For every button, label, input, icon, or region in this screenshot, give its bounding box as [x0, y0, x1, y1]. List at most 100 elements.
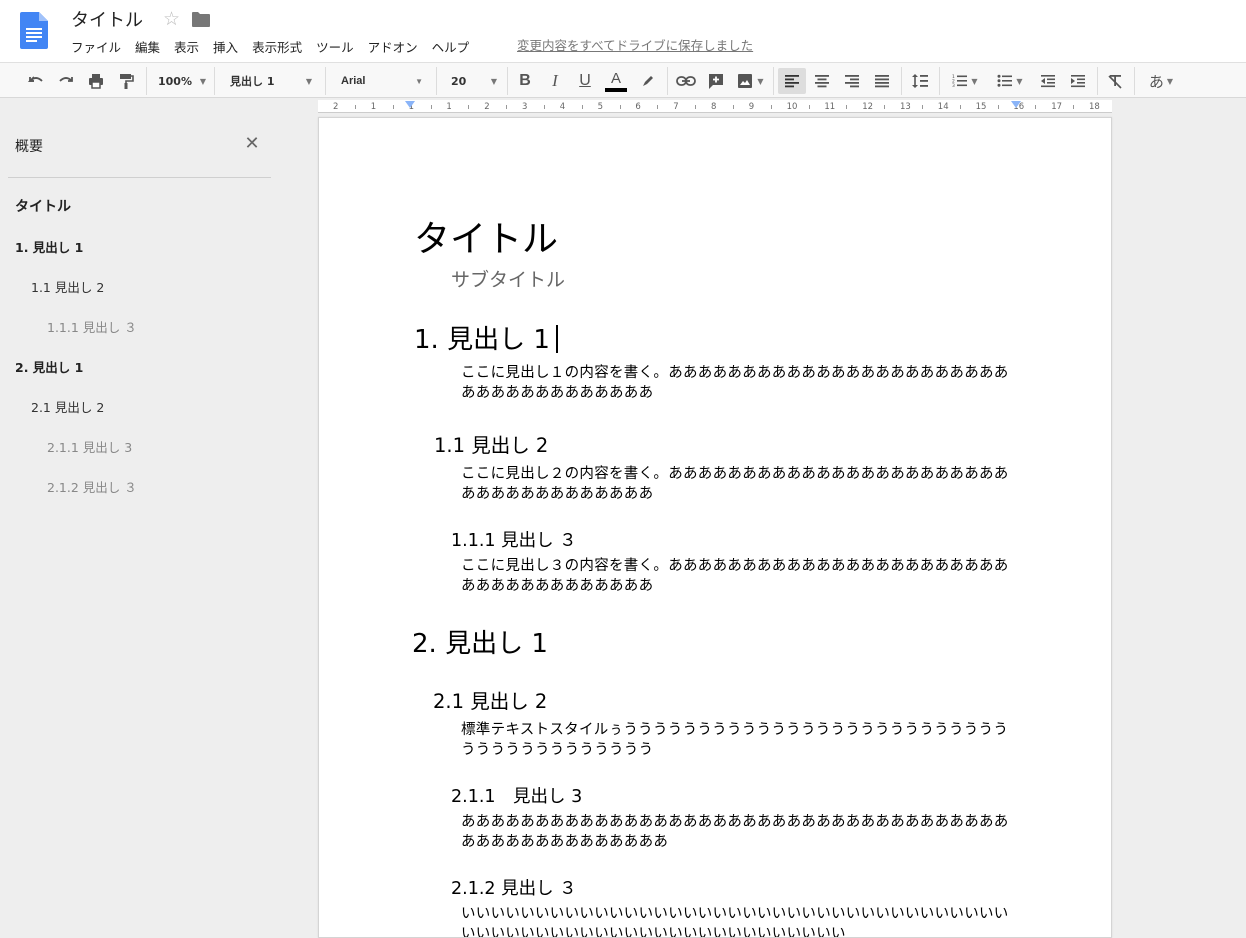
star-icon[interactable]: ☆ [163, 8, 180, 30]
docs-logo-icon[interactable] [20, 12, 48, 49]
ruler-tick [657, 105, 659, 109]
heading-1[interactable]: 2. 見出し 1 [412, 623, 548, 660]
add-comment-icon[interactable] [704, 68, 728, 94]
ruler-tick [1035, 105, 1037, 109]
heading-1[interactable]: 1. 見出し 1 [414, 319, 558, 356]
font-select[interactable]: Arial ▼ [341, 68, 423, 94]
underline-icon[interactable]: U [574, 68, 596, 94]
doc-subtitle[interactable]: サブタイトル [451, 265, 565, 292]
ruler-label: 5 [597, 102, 604, 112]
ruler-tick [506, 105, 508, 109]
paragraph[interactable]: ここに見出し３の内容を書く。ああああああああああああああああああああああああああ… [461, 556, 1021, 596]
outline-item[interactable]: 1.1.1 見出し ３ [47, 317, 137, 336]
paragraph[interactable]: ここに見出し２の内容を書く。ああああああああああああああああああああああああああ… [461, 464, 1021, 504]
outline-item[interactable]: タイトル [15, 196, 71, 216]
ruler-tick [770, 105, 772, 109]
ruler-label: 1 [446, 102, 452, 112]
menu-view[interactable]: 表示 [167, 37, 206, 55]
line-spacing-icon[interactable] [908, 68, 932, 94]
doc-title[interactable]: タイトル [414, 210, 558, 262]
ruler-tick [468, 105, 470, 109]
bulleted-list-icon[interactable]: ▼ [991, 68, 1029, 94]
outline-item[interactable]: 1. 見出し 1 [15, 237, 83, 256]
menu-file[interactable]: ファイル [64, 37, 128, 55]
ruler-label: 11 [824, 102, 836, 112]
menu-addons[interactable]: アドオン [361, 37, 425, 55]
ruler-tick [959, 105, 961, 109]
redo-icon[interactable] [54, 68, 78, 94]
italic-icon[interactable]: I [544, 68, 566, 94]
text-color-icon[interactable]: A [604, 68, 628, 94]
align-left-icon[interactable] [778, 68, 806, 94]
outline-item[interactable]: 1.1 見出し 2 [31, 277, 104, 296]
menu-tools[interactable]: ツール [309, 37, 361, 55]
ruler-label: 15 [975, 102, 987, 112]
ruler-tick [997, 105, 999, 109]
ruler-label: 8 [711, 102, 717, 112]
undo-icon[interactable] [24, 68, 48, 94]
heading-3[interactable]: 1.1.1 見出し ３ [451, 527, 577, 552]
highlight-icon[interactable] [637, 68, 659, 94]
input-tools-button[interactable]: あ ▼ [1141, 68, 1181, 94]
heading-2[interactable]: 2.1 見出し 2 [433, 685, 547, 714]
paragraph[interactable]: 標準テキストスタイルぅううううううううううううううううううううううううううううう… [461, 720, 1021, 760]
paint-format-icon[interactable] [114, 68, 138, 94]
font-size-select[interactable]: 20 ▼ [451, 68, 497, 94]
heading-3[interactable]: 2.1.1 見出し 3 [451, 783, 582, 808]
left-indent-marker[interactable] [405, 101, 415, 108]
paragraph[interactable]: ここに見出し１の内容を書く。ああああああああああああああああああああああああああ… [461, 363, 1021, 403]
google-docs-app: タイトル ☆ ファイル 編集 表示 挿入 表示形式 ツール アドオン ヘルプ 変… [0, 0, 1246, 938]
print-icon[interactable] [84, 68, 108, 94]
outline-title: 概要 [15, 139, 43, 155]
folder-icon[interactable] [192, 12, 210, 27]
document-page[interactable]: タイトル サブタイトル 1. 見出し 1 ここに見出し１の内容を書く。あああああ… [318, 117, 1112, 938]
ruler-label: 2 [484, 102, 490, 112]
save-status[interactable]: 変更内容をすべてドライブに保存しました [517, 35, 753, 54]
chevron-down-icon: ▼ [199, 77, 206, 86]
ruler-tick [354, 105, 356, 109]
font-size-value: 20 [451, 74, 467, 88]
paragraph-style-select[interactable]: 見出し 1 ▼ [230, 68, 312, 94]
align-center-icon[interactable] [810, 68, 834, 94]
close-icon[interactable]: ✕ [242, 134, 262, 154]
outline-item[interactable]: 2.1.2 見出し ３ [47, 477, 137, 496]
outline-item[interactable]: 2.1 見出し 2 [31, 397, 104, 416]
outline-item[interactable]: 2.1.1 見出し 3 [47, 437, 132, 456]
link-icon[interactable] [674, 68, 698, 94]
toolbar: 100% ▼ 見出し 1 ▼ Arial ▼ 20 ▼ B I U A ▼ 1 … [0, 62, 1246, 98]
bold-icon[interactable]: B [514, 68, 536, 94]
right-indent-marker[interactable] [1011, 101, 1021, 108]
ruler-label: 4 [559, 102, 566, 112]
insert-image-icon[interactable]: ▼ [732, 68, 768, 94]
paragraph[interactable]: いいいいいいいいいいいいいいいいいいいいいいいいいいいいいいいいいいいいいいいい… [461, 904, 1021, 937]
menu-help[interactable]: ヘルプ [425, 37, 477, 55]
ruler-tick [732, 105, 734, 109]
increase-indent-icon[interactable] [1066, 68, 1090, 94]
ruler-label: 9 [748, 102, 755, 112]
menu-insert[interactable]: 挿入 [206, 37, 245, 55]
decrease-indent-icon[interactable] [1036, 68, 1060, 94]
heading-3[interactable]: 2.1.2 見出し ３ [451, 875, 577, 900]
ruler-tick [846, 105, 848, 109]
ruler-label: 7 [673, 102, 679, 112]
outline-item[interactable]: 2. 見出し 1 [15, 357, 83, 376]
document-title[interactable]: タイトル [71, 6, 143, 32]
outline-divider [8, 177, 271, 178]
zoom-select[interactable]: 100% ▼ [158, 68, 206, 94]
input-tools-label: あ [1148, 72, 1164, 91]
menu-format[interactable]: 表示形式 [245, 37, 309, 55]
ruler-label: 6 [635, 102, 641, 112]
ruler-label: 14 [937, 102, 949, 112]
menu-edit[interactable]: 編集 [128, 37, 167, 55]
header: タイトル ☆ ファイル 編集 表示 挿入 表示形式 ツール アドオン ヘルプ 変… [0, 0, 1246, 62]
align-right-icon[interactable] [840, 68, 864, 94]
clear-formatting-icon[interactable] [1103, 68, 1127, 94]
ruler-bar[interactable]: 2 1 1 1 2 3 4 5 6 7 8 9 10 11 12 13 14 15 16 17 18 [318, 100, 1112, 113]
ruler: 2 1 1 1 2 3 4 5 6 7 8 9 10 11 12 13 14 15 16 17 18 [0, 98, 1246, 115]
numbered-list-icon[interactable]: 123 ▼ [946, 68, 984, 94]
ruler-tick [430, 105, 432, 109]
heading-2[interactable]: 1.1 見出し 2 [434, 429, 548, 458]
paragraph[interactable]: ああああああああああああああああああああああああああああああああああああああああ… [461, 812, 1021, 852]
svg-text:3: 3 [952, 83, 955, 88]
align-justify-icon[interactable] [870, 68, 894, 94]
